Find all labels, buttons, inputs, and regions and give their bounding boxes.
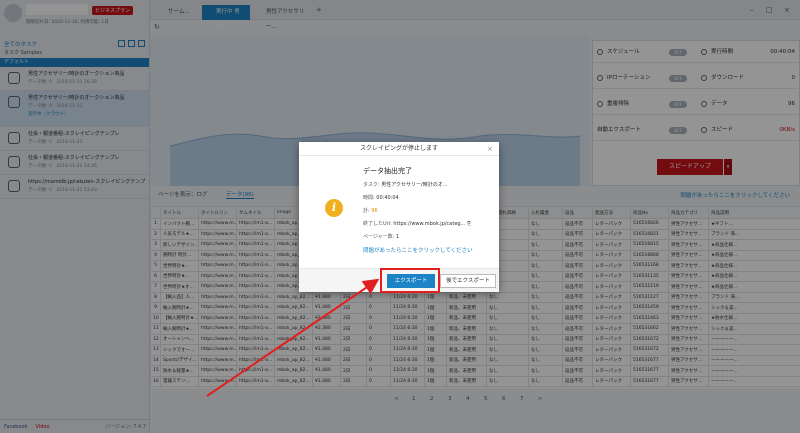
annotation-arrow [206, 278, 380, 397]
